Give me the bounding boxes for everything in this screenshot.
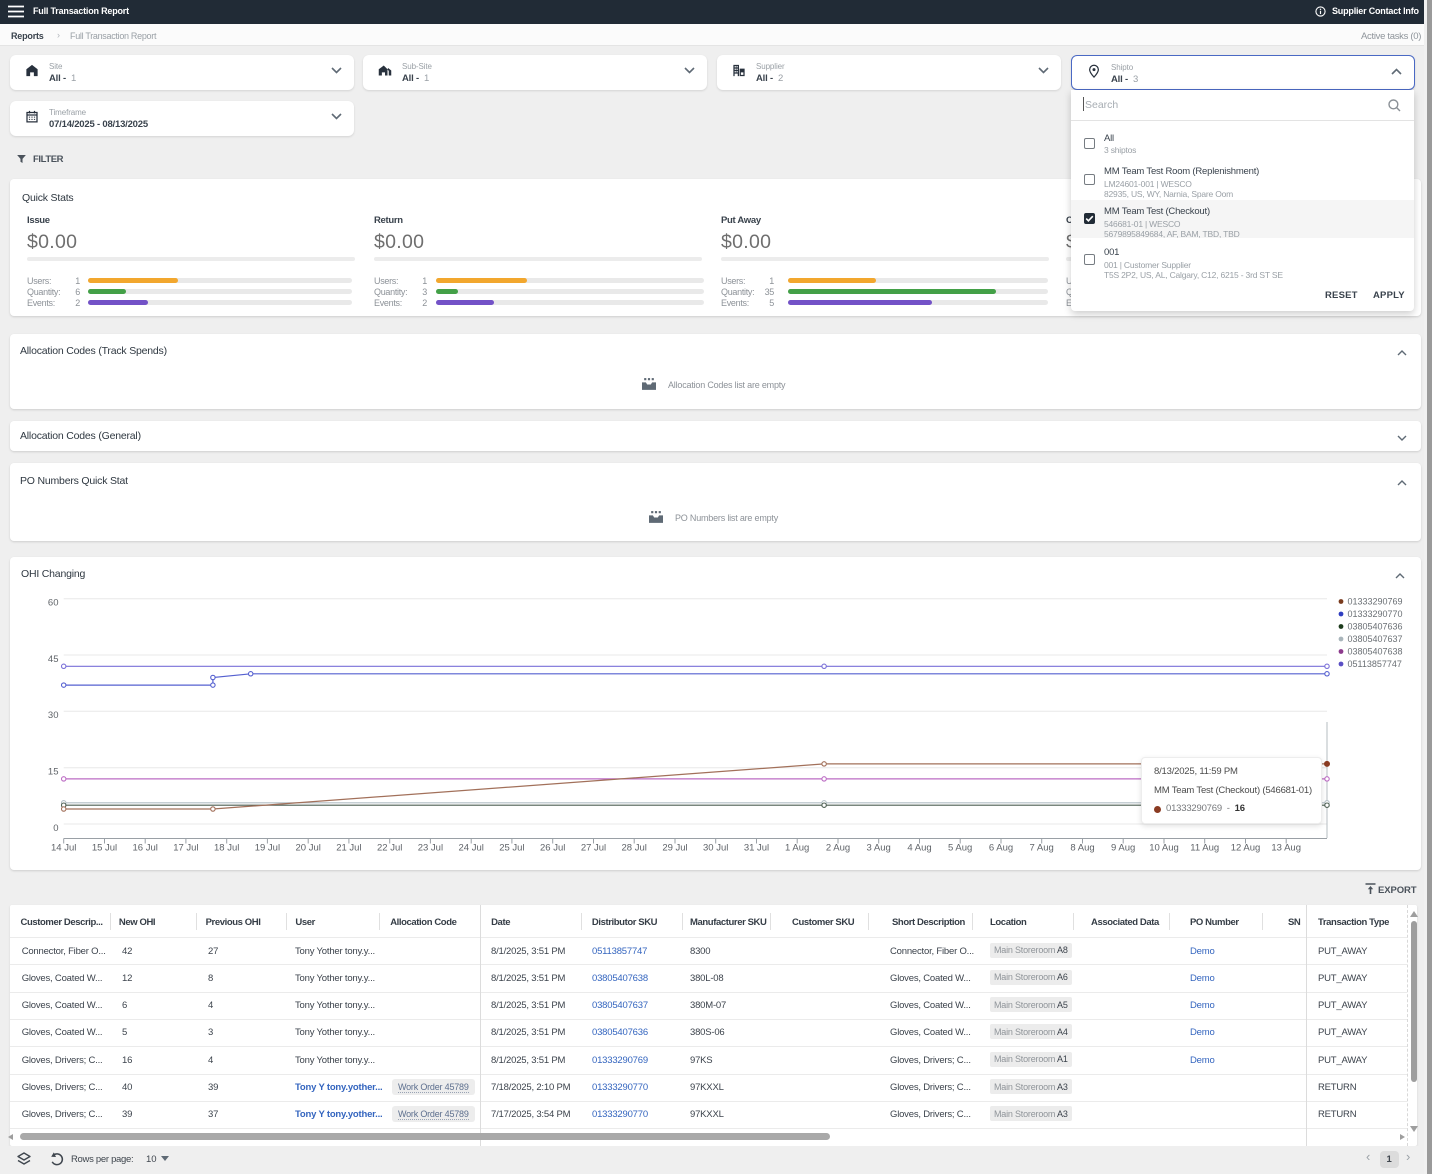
svg-text:2 Aug: 2 Aug xyxy=(826,843,850,854)
svg-text:25 Jul: 25 Jul xyxy=(499,843,524,854)
svg-text:22 Jul: 22 Jul xyxy=(377,843,402,854)
svg-text:21 Jul: 21 Jul xyxy=(336,843,361,854)
svg-text:27 Jul: 27 Jul xyxy=(581,843,606,854)
svg-text:45: 45 xyxy=(48,654,59,665)
svg-text:1 Aug: 1 Aug xyxy=(785,843,809,854)
svg-text:14 Jul: 14 Jul xyxy=(51,843,76,854)
svg-text:15 Jul: 15 Jul xyxy=(92,843,117,854)
svg-text:0: 0 xyxy=(53,823,58,834)
svg-text:8 Aug: 8 Aug xyxy=(1070,843,1094,854)
svg-text:60: 60 xyxy=(48,598,59,609)
svg-text:13 Aug: 13 Aug xyxy=(1271,843,1301,854)
svg-text:19 Jul: 19 Jul xyxy=(255,843,280,854)
svg-text:6 Aug: 6 Aug xyxy=(989,843,1013,854)
svg-text:15: 15 xyxy=(48,767,59,778)
svg-text:29 Jul: 29 Jul xyxy=(662,843,687,854)
svg-text:01333290770: 01333290770 xyxy=(1348,609,1403,619)
svg-text:30: 30 xyxy=(48,710,59,721)
svg-text:4 Aug: 4 Aug xyxy=(907,843,931,854)
svg-text:5 Aug: 5 Aug xyxy=(948,843,972,854)
svg-text:23 Jul: 23 Jul xyxy=(418,843,443,854)
svg-text:03805407638: 03805407638 xyxy=(1348,647,1403,657)
svg-text:24 Jul: 24 Jul xyxy=(459,843,484,854)
svg-text:03805407636: 03805407636 xyxy=(1348,622,1403,632)
svg-text:26 Jul: 26 Jul xyxy=(540,843,565,854)
svg-text:20 Jul: 20 Jul xyxy=(296,843,321,854)
svg-text:17 Jul: 17 Jul xyxy=(173,843,198,854)
svg-text:16 Jul: 16 Jul xyxy=(133,843,158,854)
svg-text:11 Aug: 11 Aug xyxy=(1190,843,1219,854)
svg-text:7 Aug: 7 Aug xyxy=(1030,843,1054,854)
svg-text:18 Jul: 18 Jul xyxy=(214,843,239,854)
svg-text:28 Jul: 28 Jul xyxy=(622,843,647,854)
svg-text:3 Aug: 3 Aug xyxy=(867,843,891,854)
svg-text:01333290769: 01333290769 xyxy=(1348,597,1403,607)
svg-text:05113857747: 05113857747 xyxy=(1348,659,1402,669)
svg-text:12 Aug: 12 Aug xyxy=(1231,843,1261,854)
svg-text:31 Jul: 31 Jul xyxy=(744,843,769,854)
svg-text:03805407637: 03805407637 xyxy=(1348,634,1403,644)
svg-text:10 Aug: 10 Aug xyxy=(1149,843,1179,854)
svg-text:30 Jul: 30 Jul xyxy=(703,843,728,854)
svg-text:9 Aug: 9 Aug xyxy=(1111,843,1135,854)
